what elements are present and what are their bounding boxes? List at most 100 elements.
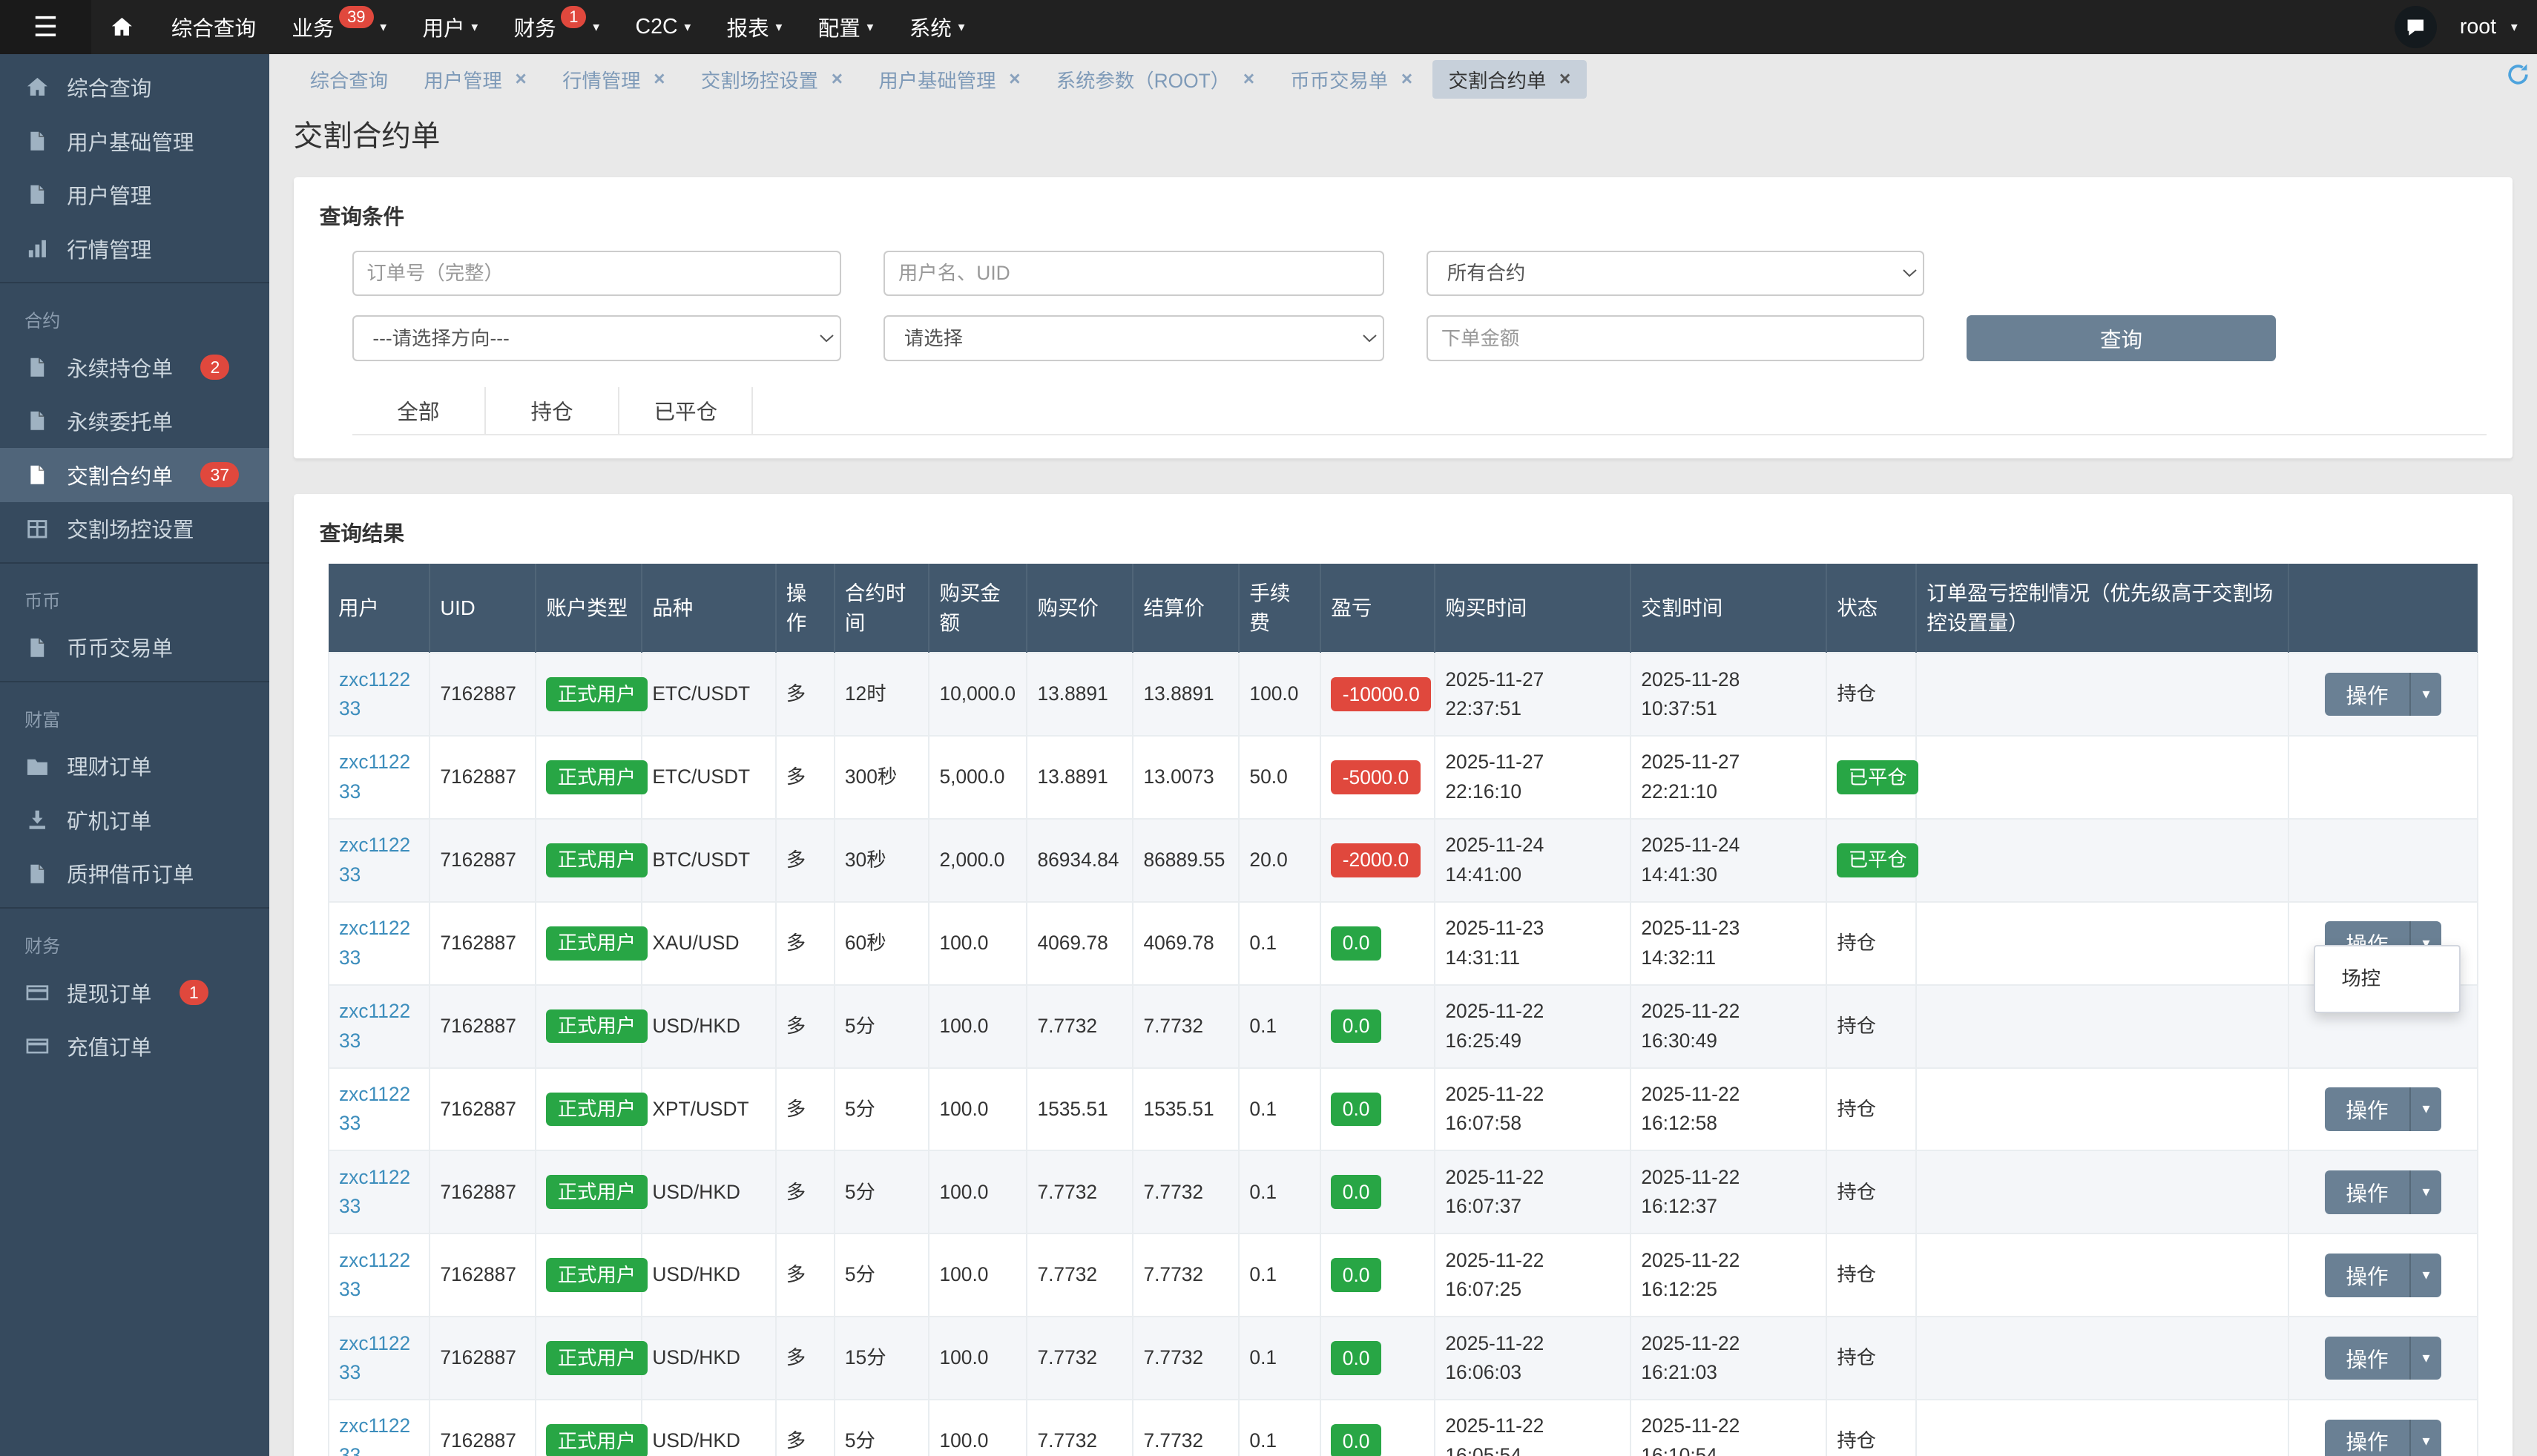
column-header: 用户 <box>329 564 430 653</box>
sidebar-item[interactable]: 理财订单 <box>0 739 269 794</box>
user-link[interactable]: zxc112233 <box>339 1000 410 1052</box>
navbar-item[interactable]: 综合查询 <box>154 0 274 54</box>
refresh-icon[interactable] <box>2506 62 2532 88</box>
filter-tab[interactable]: 已平仓 <box>619 387 753 434</box>
user-link[interactable]: zxc112233 <box>339 1332 410 1384</box>
chat-button[interactable] <box>2395 6 2437 48</box>
sidebar-item[interactable]: 提现订单1 <box>0 966 269 1020</box>
navbar-item[interactable]: 报表▾ <box>708 0 800 54</box>
sidebar-item[interactable]: 充值订单 <box>0 1019 269 1073</box>
sidebar-item[interactable]: 行情管理 <box>0 222 269 276</box>
navbar-item[interactable]: 用户▾ <box>404 0 496 54</box>
chevron-down-icon: ▾ <box>471 19 478 35</box>
close-icon[interactable]: × <box>654 67 665 90</box>
tab-item[interactable]: 综合查询 <box>294 60 404 99</box>
tab-item[interactable]: 用户管理× <box>407 60 542 99</box>
action-dropdown-toggle[interactable]: ▾ <box>2409 1420 2441 1456</box>
sidebar-item[interactable]: 综合查询 <box>0 60 269 114</box>
pnl-badge: -2000.0 <box>1331 843 1420 877</box>
status-select[interactable]: 请选择 <box>883 315 1384 361</box>
sidebar-item[interactable]: 永续委托单 <box>0 394 269 448</box>
chevron-down-icon: ▾ <box>775 19 782 35</box>
user-link[interactable]: zxc112233 <box>339 834 410 886</box>
action-button[interactable]: 操作 <box>2325 1170 2409 1214</box>
amount-input[interactable] <box>1427 315 1924 361</box>
navbar-item[interactable]: 系统▾ <box>892 0 983 54</box>
results-panel: 查询结果 用户UID账户类型品种操作合约时间购买金额购买价结算价手续费盈亏购买时… <box>294 494 2513 1456</box>
buy-time: 2025-11-22 16:07:58 <box>1445 1080 1620 1139</box>
action-button[interactable]: 操作 <box>2325 673 2409 717</box>
user-link[interactable]: zxc112233 <box>339 1166 410 1218</box>
tab-item[interactable]: 用户基础管理× <box>862 60 1036 99</box>
filter-tab[interactable]: 全部 <box>352 387 486 434</box>
sidebar-section: 财务提现订单1充值订单 <box>0 907 269 1080</box>
user-link[interactable]: zxc112233 <box>339 668 410 720</box>
user-link[interactable]: zxc112233 <box>339 917 410 969</box>
cell-settle-price: 7.7732 <box>1133 1317 1239 1400</box>
action-dropdown-toggle[interactable]: ▾ <box>2409 1254 2441 1297</box>
cell-pnl: 0.0 <box>1320 1150 1435 1233</box>
action-dropdown-toggle[interactable]: ▾ <box>2409 673 2441 717</box>
action-dropdown-toggle[interactable]: ▾ <box>2409 1337 2441 1380</box>
close-icon[interactable]: × <box>1243 67 1254 90</box>
close-icon[interactable]: × <box>1401 67 1412 90</box>
navbar-item[interactable]: C2C▾ <box>617 0 708 54</box>
action-button[interactable]: 操作 <box>2325 1420 2409 1456</box>
sidebar-item[interactable]: 用户基础管理 <box>0 114 269 168</box>
user-link[interactable]: zxc112233 <box>339 751 410 803</box>
sidebar-item[interactable]: 矿机订单 <box>0 793 269 847</box>
order-no-input[interactable] <box>352 251 841 297</box>
sidebar-item[interactable]: 币币交易单 <box>0 621 269 675</box>
cell-actions: 操作▾ <box>2288 1150 2478 1233</box>
status-badge: 已平仓 <box>1837 843 1918 877</box>
hamburger-menu-button[interactable]: ☰ <box>0 0 91 54</box>
query-panel: 查询条件 所有合约 ---请选择方向--- 请选择 查询 全部持仓已平仓 <box>294 177 2513 458</box>
tab-item[interactable]: 交割合约单× <box>1432 60 1587 99</box>
home-nav-button[interactable] <box>91 0 154 54</box>
navbar-item[interactable]: 财务1▾ <box>496 0 617 54</box>
action-button[interactable]: 操作 <box>2325 1254 2409 1297</box>
navbar-item[interactable]: 业务39▾ <box>274 0 404 54</box>
cell-user: zxc112233 <box>329 985 430 1068</box>
user-menu[interactable]: root ▾ <box>2460 15 2518 39</box>
close-icon[interactable]: × <box>1009 67 1020 90</box>
sidebar-item-label: 交割合约单 <box>67 460 173 490</box>
cell-actions <box>2288 736 2478 819</box>
action-button[interactable]: 操作 <box>2325 1337 2409 1380</box>
account-type-badge: 正式用户 <box>546 1175 647 1209</box>
sidebar-item[interactable]: 交割合约单37 <box>0 448 269 502</box>
sidebar-item[interactable]: 用户管理 <box>0 168 269 222</box>
user-link[interactable]: zxc112233 <box>339 1249 410 1301</box>
user-link[interactable]: zxc112233 <box>339 1083 410 1135</box>
action-dropdown-toggle[interactable]: ▾ <box>2409 1170 2441 1214</box>
query-form: 所有合约 ---请选择方向--- 请选择 查询 全部持仓已平仓 <box>294 247 2513 458</box>
sidebar-item[interactable]: 质押借币订单 <box>0 847 269 901</box>
main-content: 综合查询用户管理×行情管理×交割场控设置×用户基础管理×系统参数（ROOT）×币… <box>269 54 2537 1456</box>
close-icon[interactable]: × <box>515 67 526 90</box>
username-uid-input[interactable] <box>883 251 1384 297</box>
action-button[interactable]: 操作 <box>2325 1087 2409 1131</box>
tab-item[interactable]: 系统参数（ROOT）× <box>1040 60 1271 99</box>
navbar-item-label: 综合查询 <box>171 12 256 42</box>
close-icon[interactable]: × <box>832 67 843 90</box>
direction-select[interactable]: ---请选择方向--- <box>352 315 841 361</box>
tab-item[interactable]: 币币交易单× <box>1274 60 1429 99</box>
navbar-item[interactable]: 配置▾ <box>800 0 891 54</box>
cell-account-type: 正式用户 <box>536 1150 642 1233</box>
cell-status: 持仓 <box>1826 985 1916 1068</box>
sidebar-item[interactable]: 交割场控设置 <box>0 502 269 556</box>
cell-fee: 0.1 <box>1239 902 1320 985</box>
close-icon[interactable]: × <box>1559 67 1570 90</box>
sidebar-item[interactable]: 永续持仓单2 <box>0 340 269 395</box>
user-link[interactable]: zxc112233 <box>339 1414 410 1455</box>
tab-item[interactable]: 行情管理× <box>546 60 681 99</box>
contract-select[interactable]: 所有合约 <box>1427 251 1924 297</box>
column-header: 购买金额 <box>929 564 1027 653</box>
search-button[interactable]: 查询 <box>1967 315 2277 361</box>
navbar-item-label: 业务 <box>292 12 334 42</box>
settle-time: 2025-11-22 16:12:58 <box>1641 1080 1816 1139</box>
filter-tab[interactable]: 持仓 <box>486 387 619 434</box>
action-dropdown-toggle[interactable]: ▾ <box>2409 1087 2441 1131</box>
tab-item[interactable]: 交割场控设置× <box>685 60 859 99</box>
dropdown-item-field-control[interactable]: 场控 <box>2315 960 2459 999</box>
